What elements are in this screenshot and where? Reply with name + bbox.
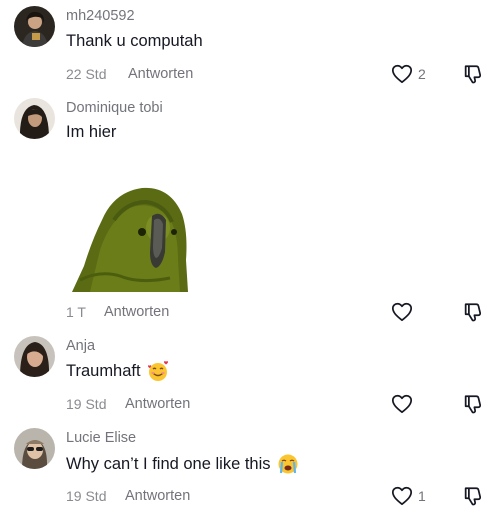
comment-time: 22 Std: [66, 66, 107, 82]
thumbs-down-outline-icon: [462, 393, 484, 415]
comment-time: 1 T: [66, 304, 86, 320]
reply-button[interactable]: Antworten: [125, 488, 190, 504]
avatar[interactable]: [14, 428, 55, 469]
reply-button[interactable]: Antworten: [125, 396, 190, 412]
comment-username[interactable]: mh240592: [66, 8, 135, 24]
heart-outline-icon: [391, 301, 413, 322]
comment-username[interactable]: Dominique tobi: [66, 100, 163, 116]
dislike-button[interactable]: [462, 301, 484, 323]
loudly-crying-face-emoji: [277, 453, 299, 475]
comment-username[interactable]: Lucie Elise: [66, 430, 136, 446]
like-count: 1: [418, 487, 426, 504]
like-button[interactable]: [391, 301, 413, 322]
reply-button[interactable]: Antworten: [128, 66, 193, 82]
comment-item: mh240592 Thank u computah 22 Std Antwort…: [0, 0, 500, 95]
smiling-face-with-hearts-emoji: [147, 360, 169, 382]
comment-text: Why can’t I find one like this: [66, 453, 299, 475]
comment-time: 19 Std: [66, 488, 107, 504]
comment-text-content: Traumhaft: [66, 361, 141, 380]
comment-meta: 19 Std Antworten: [66, 396, 190, 412]
like-button[interactable]: 2: [391, 63, 426, 84]
thumbs-down-outline-icon: [462, 485, 484, 507]
comment-meta: 22 Std Antworten: [66, 66, 193, 82]
comment-item: Anja Traumhaft 19 Std Antworten: [0, 325, 500, 417]
comment-item: Lucie Elise Why can’t I find one like th…: [0, 417, 500, 511]
comment-text-content: Why can’t I find one like this: [66, 454, 271, 473]
reply-button[interactable]: Antworten: [104, 304, 169, 320]
like-count: 2: [418, 65, 426, 82]
comment-text-content: Thank u computah: [66, 32, 203, 50]
like-button[interactable]: [391, 393, 413, 414]
thumbs-down-outline-icon: [462, 63, 484, 85]
heart-outline-icon: [391, 63, 413, 84]
comment-text-content: Im hier: [66, 123, 117, 141]
like-button[interactable]: 1: [391, 485, 426, 506]
heart-outline-icon: [391, 485, 413, 506]
comment-text: Im hier: [66, 123, 116, 142]
parrot-sticker[interactable]: [70, 180, 188, 292]
dislike-button[interactable]: [462, 485, 484, 507]
comment-meta: 1 T Antworten: [66, 304, 169, 320]
comment-time: 19 Std: [66, 396, 107, 412]
thumbs-down-outline-icon: [462, 301, 484, 323]
comment-username[interactable]: Anja: [66, 338, 95, 354]
comment-meta: 19 Std Antworten: [66, 488, 190, 504]
comment-text: Traumhaft: [66, 360, 169, 382]
avatar[interactable]: [14, 6, 55, 47]
dislike-button[interactable]: [462, 63, 484, 85]
heart-outline-icon: [391, 393, 413, 414]
comment-text: Thank u computah: [66, 32, 203, 51]
avatar[interactable]: [14, 336, 55, 377]
dislike-button[interactable]: [462, 393, 484, 415]
avatar[interactable]: [14, 98, 55, 139]
